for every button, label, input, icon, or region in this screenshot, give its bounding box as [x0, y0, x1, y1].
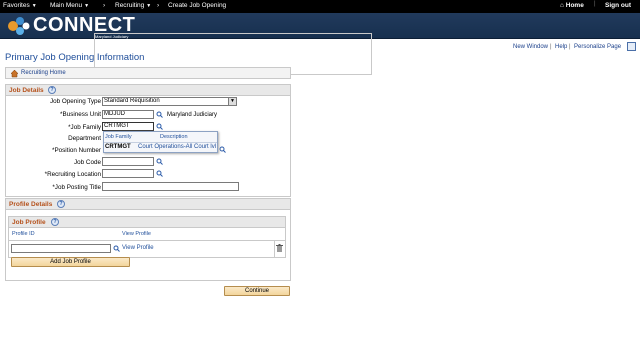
brand-header: CONNECT Maryland Judiciary — [0, 13, 640, 75]
help-link[interactable]: Help — [555, 44, 567, 50]
home-link[interactable]: ⌂ Home — [560, 2, 584, 9]
job-code-label: Job Code — [74, 159, 101, 166]
connect-swirl-icon — [8, 17, 30, 35]
search-icon[interactable] — [113, 245, 120, 252]
trash-icon[interactable] — [276, 244, 283, 252]
help-icon[interactable]: ? — [51, 218, 59, 226]
top-navigation-bar: Favorites ▼ Main Menu ▼ › Recruiting ▼ › Cr… — [0, 0, 640, 13]
help-icon[interactable]: ? — [48, 86, 56, 94]
job-family-input[interactable]: CRTMGT — [102, 122, 154, 131]
search-icon[interactable] — [156, 123, 163, 130]
divider — [9, 240, 285, 241]
home-label: Home — [565, 2, 584, 9]
search-icon[interactable] — [219, 146, 226, 153]
profile-details-title: Profile Details — [9, 201, 53, 208]
signout-link[interactable]: Sign out — [605, 2, 631, 9]
triangle-down-icon: ▼ — [146, 3, 152, 9]
triangle-down-icon: ▼ — [84, 3, 90, 9]
autocomplete-description[interactable]: Court Operations-All Court lvl — [138, 144, 216, 150]
autocomplete-code[interactable]: CRTMGT — [105, 144, 131, 150]
job-profile-grid-header: Job Profile ? — [9, 217, 285, 228]
main-menu-label: Main Menu — [50, 2, 83, 9]
breadcrumb-create-job-opening[interactable]: Create Job Opening — [168, 2, 226, 9]
house-icon: ⌂ — [560, 2, 564, 9]
breadcrumb-recruiting[interactable]: Recruiting ▼ — [115, 2, 151, 9]
recruiting-label: Recruiting — [115, 2, 145, 9]
recruiting-home-link[interactable]: Recruiting Home — [21, 70, 66, 76]
search-icon[interactable] — [156, 170, 163, 177]
business-unit-label: *Business Unit — [60, 111, 101, 118]
house-icon — [10, 69, 19, 78]
recruiting-location-label: *Recruiting Location — [44, 171, 101, 178]
help-icon[interactable]: ? — [57, 200, 65, 208]
job-details-title: Job Details — [9, 87, 44, 94]
search-icon[interactable] — [156, 158, 163, 165]
job-opening-type-value: Standard Requisition — [104, 98, 160, 104]
autocomplete-col-description: Description — [160, 134, 188, 140]
job-profile-grid: Job Profile ? Profile ID View Profile Vi… — [8, 216, 286, 258]
continue-button[interactable]: Continue — [224, 286, 290, 296]
breadcrumb-separator-icon: › — [157, 2, 160, 9]
main-menu[interactable]: Main Menu ▼ — [50, 2, 89, 9]
job-posting-title-input[interactable] — [102, 182, 239, 191]
view-profile-link[interactable]: View Profile — [122, 245, 154, 251]
profile-id-input[interactable] — [11, 244, 111, 253]
job-details-header: Job Details ? — [6, 85, 290, 96]
divider: | — [569, 44, 571, 50]
profile-details-header: Profile Details ? — [6, 199, 290, 210]
autocomplete-col-job-family: Job Family — [105, 134, 132, 140]
favorites-menu[interactable]: Favorites ▼ — [3, 2, 37, 9]
page-title: Primary Job Opening Information — [5, 52, 145, 63]
chevron-down-icon[interactable]: ▼ — [228, 98, 236, 105]
triangle-down-icon: ▼ — [31, 3, 37, 9]
divider — [104, 142, 217, 143]
business-unit-description: Maryland Judiciary — [167, 112, 218, 118]
divider — [274, 241, 275, 257]
job-code-input[interactable] — [102, 157, 154, 166]
breadcrumb-separator-icon: › — [103, 2, 106, 9]
divider: | — [594, 1, 596, 7]
job-opening-type-label: Job Opening Type — [50, 98, 101, 105]
new-window-link[interactable]: New Window — [513, 44, 548, 50]
profile-id-column-header: Profile ID — [12, 231, 35, 237]
job-profile-title: Job Profile — [12, 219, 46, 226]
position-number-label: *Position Number — [52, 147, 101, 154]
search-icon[interactable] — [156, 111, 163, 118]
job-posting-title-label: *Job Posting Title — [52, 184, 101, 191]
job-opening-type-select[interactable]: Standard Requisition ▼ — [102, 97, 237, 106]
new-window-icon[interactable] — [627, 42, 636, 51]
favorites-label: Favorites — [3, 2, 30, 9]
recruiting-location-input[interactable] — [102, 169, 154, 178]
department-label: Department — [68, 135, 101, 142]
job-family-label: *Job Family — [68, 124, 101, 131]
personalize-page-link[interactable]: Personalize Page — [574, 44, 621, 50]
divider: | — [550, 44, 552, 50]
business-unit-input[interactable]: MDJUD — [102, 110, 154, 119]
job-family-autocomplete: Job Family Description CRTMGT Court Oper… — [103, 131, 218, 153]
recruiting-home-bar: Recruiting Home — [5, 67, 291, 79]
add-job-profile-button[interactable]: Add Job Profile — [11, 257, 130, 267]
view-profile-column-header: View Profile — [122, 231, 151, 237]
